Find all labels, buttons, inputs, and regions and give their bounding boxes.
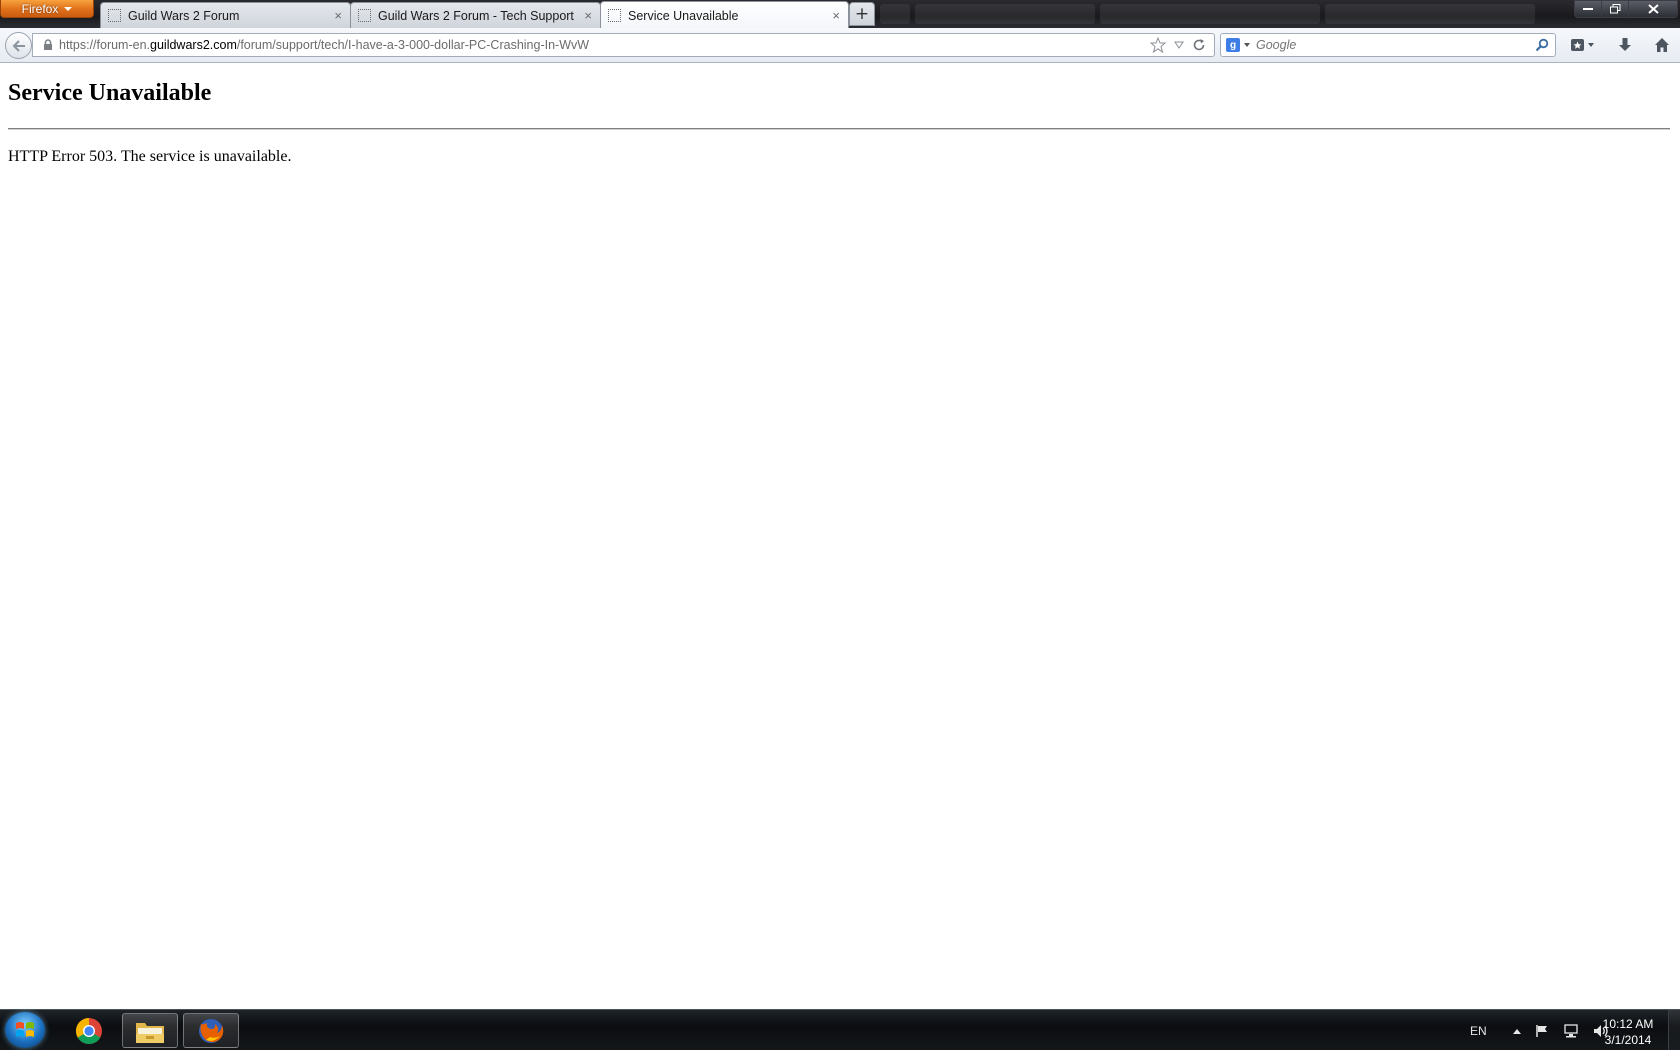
error-message: HTTP Error 503. The service is unavailab… — [8, 148, 292, 165]
background-ghost — [915, 4, 1095, 24]
url-history-dropdown-icon[interactable] — [1174, 41, 1184, 49]
divider — [8, 128, 1670, 130]
plus-icon: + — [854, 4, 870, 24]
close-tab-icon[interactable]: × — [832, 8, 840, 23]
tab-label: Service Unavailable — [628, 8, 739, 23]
bookmarks-menu-icon — [1571, 39, 1594, 51]
show-hidden-icons-icon[interactable] — [1512, 1027, 1521, 1035]
system-clock[interactable]: 10:12 AM 3/1/2014 — [1594, 1016, 1662, 1048]
taskbar-chrome[interactable] — [61, 1013, 117, 1048]
url-bar[interactable]: https://forum-en.guildwars2.com/forum/su… — [32, 33, 1215, 57]
url-text[interactable]: https://forum-en.guildwars2.com/forum/su… — [59, 38, 1150, 52]
action-center-flag-icon[interactable] — [1535, 1024, 1549, 1038]
restore-icon — [1609, 4, 1620, 14]
background-ghost — [880, 4, 910, 24]
taskbar-explorer[interactable] — [122, 1013, 178, 1048]
navigation-toolbar: https://forum-en.guildwars2.com/forum/su… — [0, 28, 1680, 63]
folder-icon — [136, 1022, 164, 1043]
firefox-icon — [199, 1018, 224, 1043]
tab-label: Guild Wars 2 Forum - Tech Support — [378, 8, 574, 23]
back-arrow-icon — [12, 39, 25, 52]
close-tab-icon[interactable]: × — [334, 8, 342, 23]
url-path: /forum/support/tech/I-have-a-3-000-dolla… — [236, 38, 590, 52]
chrome-icon — [75, 1017, 102, 1044]
page-content: Service Unavailable HTTP Error 503. The … — [0, 63, 1680, 1009]
minimize-icon — [1583, 8, 1593, 10]
tab-label: Guild Wars 2 Forum — [128, 8, 240, 23]
close-icon — [1647, 4, 1659, 14]
restore-window-button[interactable] — [1601, 0, 1629, 18]
close-window-button[interactable] — [1628, 0, 1678, 18]
blank-page-icon — [108, 9, 121, 22]
google-engine-icon[interactable]: g — [1226, 38, 1240, 52]
bookmark-star-icon[interactable] — [1150, 37, 1166, 53]
back-button[interactable] — [5, 32, 32, 59]
firefox-menu-label: Firefox — [21, 1, 59, 16]
language-indicator[interactable]: EN — [1470, 1024, 1487, 1038]
dropdown-caret-icon — [64, 6, 73, 11]
download-arrow-icon — [1619, 38, 1631, 51]
page-title: Service Unavailable — [8, 80, 212, 106]
windows-logo-icon — [16, 1022, 34, 1037]
clock-time: 10:12 AM — [1602, 1017, 1654, 1031]
browser-title-bar: Firefox Guild Wars 2 Forum × Guild Wars … — [0, 0, 1680, 28]
url-prefix: https://forum-en. — [59, 38, 151, 52]
home-button[interactable] — [1651, 35, 1673, 55]
magnifier-icon — [1535, 38, 1549, 52]
system-tray: EN — [1470, 1010, 1609, 1050]
downloads-button[interactable] — [1614, 35, 1636, 55]
windows-taskbar: EN 10:12 AM 3/1/2014 — [0, 1009, 1680, 1050]
blank-page-icon — [608, 9, 621, 22]
start-button[interactable] — [5, 1012, 45, 1048]
search-bar[interactable]: g — [1220, 33, 1556, 57]
tab-service-unavailable[interactable]: Service Unavailable × — [600, 1, 849, 28]
search-input[interactable] — [1256, 38, 1533, 52]
lock-icon — [41, 38, 55, 52]
reload-icon[interactable] — [1192, 38, 1206, 52]
background-ghost — [1325, 4, 1535, 24]
background-ghost — [1100, 4, 1320, 24]
show-desktop-button[interactable] — [1668, 1010, 1680, 1050]
network-icon[interactable] — [1563, 1023, 1579, 1038]
firefox-menu-button[interactable]: Firefox — [0, 0, 94, 18]
search-engine-dropdown-icon[interactable] — [1244, 43, 1250, 47]
url-host: guildwars2.com — [150, 38, 237, 52]
clock-date: 3/1/2014 — [1604, 1033, 1652, 1047]
tab-guild-wars-2-forum[interactable]: Guild Wars 2 Forum × — [100, 2, 351, 28]
blank-page-icon — [358, 9, 371, 22]
home-icon — [1655, 38, 1669, 52]
tab-tech-support[interactable]: Guild Wars 2 Forum - Tech Support × — [350, 2, 601, 28]
bookmarks-menu-button[interactable] — [1568, 35, 1598, 55]
close-tab-icon[interactable]: × — [584, 8, 592, 23]
search-go-button[interactable] — [1533, 36, 1551, 54]
taskbar-firefox[interactable] — [183, 1013, 239, 1048]
new-tab-button[interactable]: + — [849, 2, 875, 26]
minimize-window-button[interactable] — [1574, 0, 1602, 18]
